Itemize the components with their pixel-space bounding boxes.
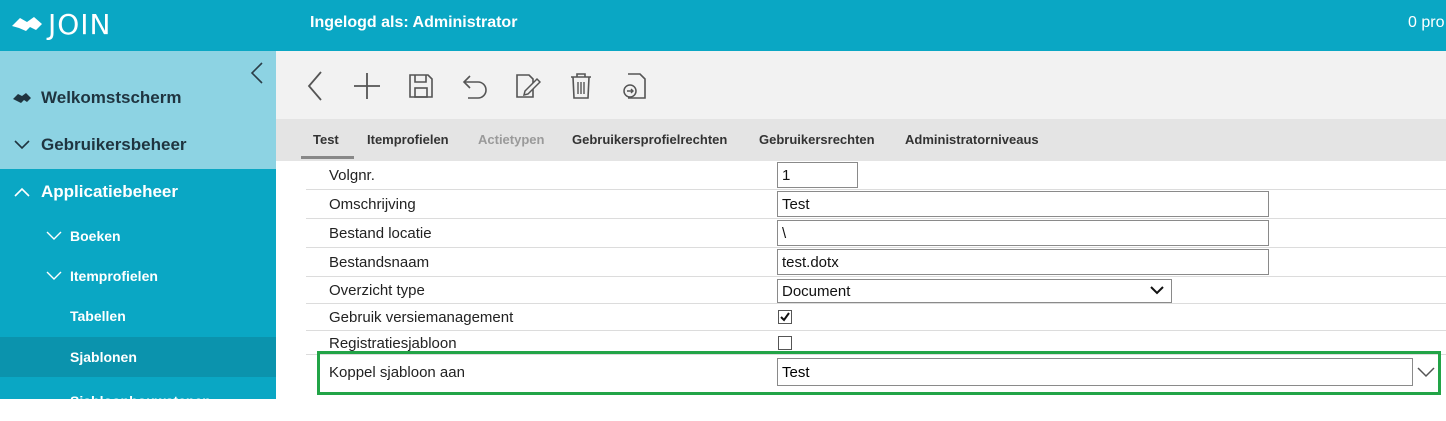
tab-gebruikersrechten[interactable]: Gebruikersrechten [759, 132, 875, 147]
tab-actietypen: Actietypen [478, 132, 545, 147]
registratiesjabloon-checkbox[interactable] [778, 336, 792, 350]
sidebar-item-applicatiebeheer[interactable]: Applicatiebeheer [0, 169, 276, 215]
chevron-down-icon[interactable] [1414, 360, 1438, 384]
sidebar-item-label: Boeken [70, 228, 121, 244]
toolbar [276, 51, 1446, 119]
tab-bar: Test Itemprofielen Actietypen Gebruikers… [276, 119, 1446, 161]
chevron-down-icon [44, 228, 64, 244]
tab-gebruikersprofielrechten[interactable]: Gebruikersprofielrechten [572, 132, 727, 147]
sidebar-item-welkomstscherm[interactable]: Welkomstscherm [0, 75, 276, 121]
koppel-label: Koppel sjabloon aan [329, 364, 465, 381]
export-icon[interactable] [618, 69, 652, 103]
bestandsnaam-label: Bestandsnaam [329, 254, 430, 271]
chevron-down-icon [12, 137, 32, 153]
sidebar-item-label: Sjablonen [70, 349, 137, 365]
volgnr-label: Volgnr. [329, 167, 375, 184]
sidebar-item-label: Gebruikersbeheer [41, 135, 187, 154]
delete-icon[interactable] [564, 69, 598, 103]
top-right-counter[interactable]: 0 pro [1408, 14, 1444, 32]
sidebar-item-label: Itemprofielen [70, 268, 158, 284]
handshake-icon [12, 90, 32, 106]
koppel-select[interactable]: Test [777, 358, 1413, 386]
save-icon[interactable] [404, 69, 438, 103]
back-icon[interactable] [298, 69, 332, 103]
sidebar-item-sjabloonbouwstenen[interactable]: Sjabloonbouwstenen [0, 381, 276, 421]
edit-icon[interactable] [510, 69, 544, 103]
tab-test[interactable]: Test [313, 132, 339, 147]
sidebar-item-gebruikersbeheer[interactable]: Gebruikersbeheer [0, 122, 276, 168]
sidebar-item-label: Sjabloonbouwstenen [70, 393, 211, 409]
login-status: Ingelogd als: Administrator [310, 14, 518, 31]
chevron-down-icon [44, 268, 64, 284]
overzicht-type-value: Document [782, 282, 851, 300]
bestand-locatie-input[interactable]: \ [777, 220, 1269, 246]
sidebar-item-tabellen[interactable]: Tabellen [0, 296, 276, 336]
versiemanagement-label: Gebruik versiemanagement [329, 309, 514, 326]
bestand-locatie-label: Bestand locatie [329, 225, 432, 242]
versiemanagement-checkbox[interactable] [778, 310, 792, 324]
checkmark-icon [780, 312, 790, 322]
form-row-registratiesjabloon: Registratiesjabloon [306, 331, 1446, 355]
registratiesjabloon-label: Registratiesjabloon [329, 335, 457, 352]
volgnr-input[interactable]: 1 [777, 162, 858, 188]
handshake-icon [12, 17, 42, 31]
chevron-down-icon [1149, 283, 1165, 301]
koppel-value: Test [782, 363, 810, 381]
sidebar-item-label: Applicatiebeheer [41, 182, 178, 201]
omschrijving-input[interactable]: Test [777, 191, 1269, 217]
logo-text: JOIN [48, 7, 112, 41]
join-logo[interactable]: JOIN [10, 6, 112, 42]
sidebar: Welkomstscherm Gebruikersbeheer Applicat… [0, 51, 276, 409]
overzicht-type-label: Overzicht type [329, 282, 425, 299]
tab-administratorniveaus[interactable]: Administratorniveaus [905, 132, 1039, 147]
active-tab-indicator [301, 156, 354, 159]
sidebar-item-sjablonen[interactable]: Sjablonen [0, 337, 276, 377]
sidebar-item-itemprofielen[interactable]: Itemprofielen [0, 256, 276, 296]
undo-icon[interactable] [458, 69, 492, 103]
overzicht-type-select[interactable]: Document [777, 279, 1172, 303]
sidebar-item-label: Welkomstscherm [41, 88, 182, 107]
form-row-versiemanagement: Gebruik versiemanagement [306, 304, 1446, 331]
chevron-up-icon [12, 184, 32, 200]
add-icon[interactable] [350, 69, 384, 103]
top-bar: JOIN Ingelogd als: Administrator 0 pro [0, 0, 1446, 51]
tab-itemprofielen[interactable]: Itemprofielen [367, 132, 449, 147]
form-row-volgnr: Volgnr. [306, 161, 1446, 190]
bestandsnaam-input[interactable]: test.dotx [777, 249, 1269, 275]
sidebar-item-boeken[interactable]: Boeken [0, 216, 276, 256]
omschrijving-label: Omschrijving [329, 196, 416, 213]
sidebar-item-label: Tabellen [70, 308, 126, 324]
